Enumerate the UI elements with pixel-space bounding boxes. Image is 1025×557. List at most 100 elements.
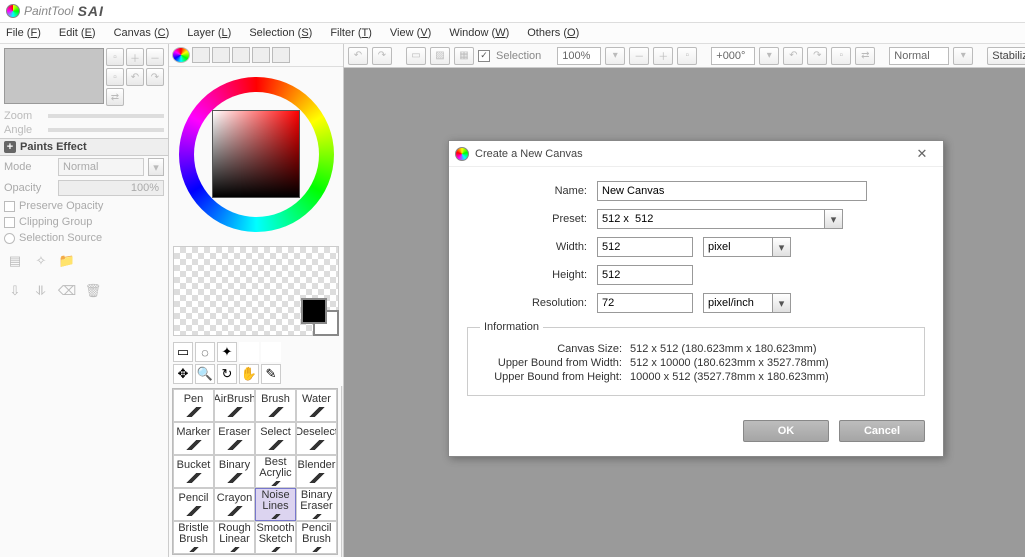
brush-scrollbar[interactable]: [341, 386, 343, 557]
brush-pencil-brush[interactable]: Pencil Brush: [296, 521, 337, 554]
selection-source-radio[interactable]: Selection Source: [4, 232, 164, 244]
color-mixer-tab[interactable]: [232, 47, 250, 63]
rotate-dropdown[interactable]: ▾: [759, 47, 779, 65]
selection-checkbox[interactable]: ✓: [478, 50, 490, 62]
zoom-fit-button[interactable]: ▫: [677, 47, 697, 65]
show-sel-button[interactable]: ▦: [454, 47, 474, 65]
preset-input[interactable]: [597, 209, 825, 229]
nav-rotate-left-button[interactable]: ↶: [126, 68, 144, 86]
brush-water[interactable]: Water: [296, 389, 337, 422]
rotate-combo[interactable]: +000°: [711, 47, 755, 65]
brush-deselect[interactable]: Deselect: [296, 422, 337, 455]
rotate-tool[interactable]: ↻: [217, 364, 237, 384]
resolution-input[interactable]: [597, 293, 693, 313]
color-hsv-tab[interactable]: [212, 47, 230, 63]
dialog-close-button[interactable]: ✕: [907, 144, 937, 164]
zoom-in-button[interactable]: ＋: [653, 47, 673, 65]
brush-marker[interactable]: Marker: [173, 422, 214, 455]
preset-dropdown[interactable]: ▾: [825, 209, 843, 229]
nav-rotate-right-button[interactable]: ↷: [146, 68, 164, 86]
menu-edit[interactable]: Edit (E): [59, 27, 96, 39]
color-wheel-tab[interactable]: [172, 47, 190, 63]
menu-view[interactable]: View (V): [390, 27, 431, 39]
opacity-slider[interactable]: 100%: [58, 180, 164, 196]
zoom-out-button[interactable]: －: [629, 47, 649, 65]
cancel-button[interactable]: Cancel: [839, 420, 925, 442]
brush-smooth-sketch[interactable]: Smooth Sketch: [255, 521, 296, 554]
rotate-reset-button[interactable]: ▫: [831, 47, 851, 65]
zoom-tool[interactable]: 🔍: [195, 364, 215, 384]
nav-fit-button[interactable]: ▫: [106, 48, 124, 66]
invert-sel-button[interactable]: ▨: [430, 47, 450, 65]
zoom-dropdown[interactable]: ▾: [605, 47, 625, 65]
menu-canvas[interactable]: Canvas (C): [114, 27, 170, 39]
brush-airbrush[interactable]: AirBrush: [214, 389, 255, 422]
color-scratchpad-tab[interactable]: [272, 47, 290, 63]
menu-window[interactable]: Window (W): [449, 27, 509, 39]
brush-blender[interactable]: Blender: [296, 455, 337, 488]
new-layer-icon[interactable]: ▤: [6, 252, 24, 270]
angle-slider[interactable]: [48, 128, 164, 132]
flip-h-button[interactable]: ⇄: [855, 47, 875, 65]
eyedropper-tool[interactable]: ✎: [261, 364, 281, 384]
brush-pencil[interactable]: Pencil: [173, 488, 214, 521]
menu-file[interactable]: File (F): [6, 27, 41, 39]
paints-effect-header[interactable]: + Paints Effect: [0, 138, 168, 156]
clipping-group-checkbox[interactable]: Clipping Group: [4, 216, 164, 228]
brush-select[interactable]: Select: [255, 422, 296, 455]
dialog-titlebar[interactable]: Create a New Canvas ✕: [449, 141, 943, 167]
color-swatches-tab[interactable]: [252, 47, 270, 63]
zoom-slider[interactable]: [48, 114, 164, 118]
nav-reset-button[interactable]: ▫: [106, 68, 124, 86]
brush-best-acrylic[interactable]: Best Acrylic: [255, 455, 296, 488]
transfer-down-icon[interactable]: ⇩: [6, 282, 24, 300]
preserve-opacity-checkbox[interactable]: Preserve Opacity: [4, 200, 164, 212]
size-unit-dropdown[interactable]: ▾: [773, 237, 791, 257]
mode-select[interactable]: Normal: [58, 158, 144, 176]
width-input[interactable]: [597, 237, 693, 257]
nav-zoom-out-button[interactable]: －: [146, 48, 164, 66]
rotate-ccw-button[interactable]: ↶: [783, 47, 803, 65]
size-unit-select[interactable]: pixel: [703, 237, 773, 257]
lasso-tool[interactable]: ◌: [195, 342, 215, 362]
nav-zoom-in-button[interactable]: ＋: [126, 48, 144, 66]
delete-layer-icon[interactable]: 🗑: [84, 282, 102, 300]
navigator-thumb[interactable]: [4, 48, 104, 104]
brush-bucket[interactable]: Bucket: [173, 455, 214, 488]
blend-combo[interactable]: Normal: [889, 47, 949, 65]
brush-pen[interactable]: Pen: [173, 389, 214, 422]
merge-down-icon[interactable]: ⥥: [32, 282, 50, 300]
zoom-combo[interactable]: 100%: [557, 47, 601, 65]
nav-flip-button[interactable]: ⇄: [106, 88, 124, 106]
brush-eraser[interactable]: Eraser: [214, 422, 255, 455]
redo-button[interactable]: ↷: [372, 47, 392, 65]
color-rgb-tab[interactable]: [192, 47, 210, 63]
mode-dropdown-icon[interactable]: ▾: [148, 158, 164, 176]
brush-binary-eraser[interactable]: Binary Eraser: [296, 488, 337, 521]
clear-layer-icon[interactable]: ⌫: [58, 282, 76, 300]
new-folder-icon[interactable]: 📁: [58, 252, 76, 270]
menu-others[interactable]: Others (O): [527, 27, 579, 39]
color-wheel[interactable]: [179, 77, 334, 232]
name-input[interactable]: [597, 181, 867, 201]
brush-brush[interactable]: Brush: [255, 389, 296, 422]
new-linework-icon[interactable]: ✧: [32, 252, 50, 270]
menu-layer[interactable]: Layer (L): [187, 27, 231, 39]
height-input[interactable]: [597, 265, 693, 285]
blend-dropdown[interactable]: ▾: [953, 47, 973, 65]
brush-noise-lines[interactable]: Noise Lines: [255, 488, 296, 521]
hand-tool[interactable]: ✋: [239, 364, 259, 384]
brush-crayon[interactable]: Crayon: [214, 488, 255, 521]
color-fgbg[interactable]: [301, 298, 339, 336]
color-square[interactable]: [212, 110, 300, 198]
ok-button[interactable]: OK: [743, 420, 829, 442]
foreground-color-swatch[interactable]: [301, 298, 327, 324]
resolution-unit-select[interactable]: pixel/inch: [703, 293, 773, 313]
deselect-button[interactable]: ▭: [406, 47, 426, 65]
rect-select-tool[interactable]: ▭: [173, 342, 193, 362]
brush-binary[interactable]: Binary: [214, 455, 255, 488]
move-tool[interactable]: ✥: [173, 364, 193, 384]
resolution-unit-dropdown[interactable]: ▾: [773, 293, 791, 313]
brush-bristle-brush[interactable]: Bristle Brush: [173, 521, 214, 554]
undo-button[interactable]: ↶: [348, 47, 368, 65]
